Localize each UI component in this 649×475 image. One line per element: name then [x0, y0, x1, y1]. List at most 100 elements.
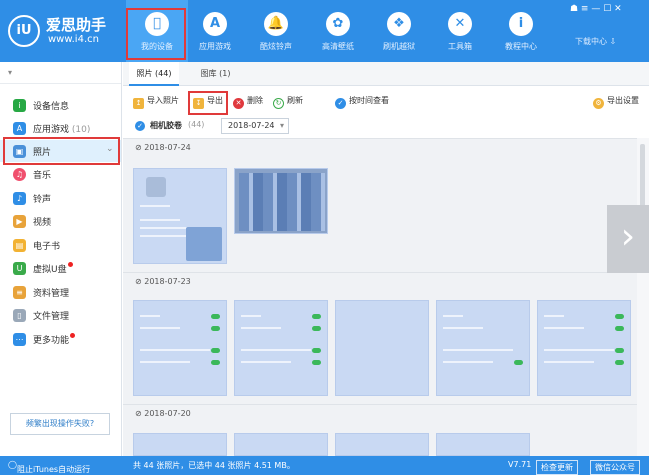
app-count: (10): [71, 125, 91, 135]
sidebar-item-file-management[interactable]: ▯ 文件管理: [0, 304, 121, 326]
sidebar-item-more[interactable]: ⋯ 更多功能: [0, 328, 121, 350]
nav-label: 高清壁纸: [322, 42, 354, 51]
label-text: 虚拟U盘: [33, 265, 67, 275]
nav-label: 我的设备: [141, 42, 173, 51]
box-icon: ❖: [387, 12, 411, 36]
flower-icon: ✿: [326, 12, 350, 36]
music-icon: ♫: [13, 168, 26, 181]
export-settings-button[interactable]: ⚙ 导出设置: [593, 95, 639, 109]
view-by-time-button[interactable]: ✓ 按时间查看: [335, 95, 389, 109]
nav-wallpapers[interactable]: ✿ 高清壁纸: [307, 0, 369, 62]
wechat-button[interactable]: 微信公众号: [590, 460, 640, 475]
sidebar-item-label: 音乐: [33, 171, 52, 181]
sidebar-item-label: 更多功能: [33, 333, 76, 346]
chevron-down-icon: ⌄: [106, 144, 114, 154]
nav-label: 教程中心: [505, 42, 537, 51]
refresh-button[interactable]: ↻ 刷新: [273, 95, 303, 109]
sidebar-item-photos[interactable]: ▣ 照片 ⌄: [0, 140, 121, 162]
album-filter: ✓ 相机胶卷 (44) 2018-07-24 ▾: [123, 116, 649, 138]
frequent-failure-button[interactable]: 频繁出现操作失败?: [10, 413, 110, 435]
nav-toolbox[interactable]: ✕ 工具箱: [429, 0, 491, 62]
date-select-value: 2018-07-24: [228, 121, 275, 130]
version-label: V7.71: [508, 460, 532, 469]
sidebar-item-label: 文件管理: [33, 312, 70, 322]
more-icon: ⋯: [13, 333, 26, 346]
title-bar: iU 爱思助手 www.i4.cn  我的设备 A 应用游戏 🔔 酷炫铃声 ✿ 高清壁…: [0, 0, 649, 62]
nav-ringtones[interactable]: 🔔 酷炫铃声: [245, 0, 307, 62]
sidebar-item-label: 视频: [33, 218, 52, 228]
button-label: 刷新: [287, 96, 303, 105]
sidebar-item-device-info[interactable]: i 设备信息: [0, 94, 121, 116]
date-select[interactable]: 2018-07-24 ▾: [221, 118, 289, 134]
photo-thumbnail[interactable]: [335, 433, 429, 456]
delete-button[interactable]: ✕ 删除: [233, 95, 263, 109]
info-icon: i: [13, 99, 26, 112]
sidebar-item-ringtones[interactable]: ♪ 铃声: [0, 187, 121, 209]
album-count: (44): [188, 120, 205, 129]
sidebar-item-music[interactable]: ♫ 音乐: [0, 163, 121, 185]
block-itunes-toggle[interactable]: ◯ 阻止iTunes自动运行: [8, 460, 90, 474]
check-update-button[interactable]: 检查更新: [536, 460, 578, 475]
photo-thumbnail[interactable]: [335, 300, 429, 396]
group-date-text: 2018-07-23: [144, 277, 191, 286]
bell-icon: 🔔: [264, 12, 288, 36]
tab-gallery[interactable]: 图库 (1): [193, 62, 238, 86]
nav-tutorials[interactable]: i 教程中心: [490, 0, 552, 62]
app-name: 爱思助手: [46, 16, 107, 34]
date-group-header[interactable]: ⊘ 2018-07-23: [123, 272, 637, 292]
label-text: 应用游戏: [33, 125, 70, 135]
sidebar-item-virtual-udisk[interactable]: U 虚拟U盘: [0, 257, 121, 279]
chevron-down-icon: ▾: [279, 121, 284, 130]
nav-flash-jailbreak[interactable]: ❖ 刷机越狱: [368, 0, 430, 62]
sidebar-item-label: 铃声: [33, 195, 52, 205]
delete-icon: ✕: [233, 98, 244, 109]
content-tabs: 照片 (44) 图库 (1): [123, 62, 649, 86]
button-label: 导入照片: [147, 96, 179, 105]
sidebar-item-label: 设备信息: [33, 102, 70, 112]
app-store-icon: A: [203, 12, 227, 36]
download-center-button[interactable]: 下载中心 ⇩: [575, 36, 616, 47]
scrollbar[interactable]: [637, 138, 649, 456]
scrollbar-thumb[interactable]: [640, 144, 645, 210]
nav-apps[interactable]: A 应用游戏: [184, 0, 246, 62]
file-icon: ▯: [13, 309, 26, 322]
date-group-header[interactable]: ⊘ 2018-07-24: [123, 138, 637, 158]
nav-my-device[interactable]:  我的设备: [126, 0, 188, 62]
tab-photos[interactable]: 照片 (44): [129, 62, 179, 86]
photo-thumbnail[interactable]: [436, 300, 530, 396]
photo-thumbnail[interactable]: [133, 300, 227, 396]
nav-label: 工具箱: [448, 42, 472, 51]
sidebar-item-label: 应用游戏 (10): [33, 122, 90, 135]
photo-grid: ⊘ 2018-07-24 ⊘ 2018-07-23 ⊘ 2018-07-20: [123, 138, 637, 456]
window-controls[interactable]: ☗ ≡ — ☐ ✕: [570, 4, 622, 14]
notification-dot: [67, 262, 73, 267]
block-itunes-label: 阻止iTunes自动运行: [16, 465, 91, 474]
sidebar-item-ebooks[interactable]: ▤ 电子书: [0, 234, 121, 256]
sidebar-item-data-management[interactable]: ≡ 资料管理: [0, 281, 121, 303]
gear-icon: ⚙: [593, 98, 604, 109]
photo-thumbnail[interactable]: [133, 433, 227, 456]
export-button[interactable]: ↧ 导出: [193, 95, 223, 109]
apple-icon: : [145, 12, 169, 36]
photo-thumbnail[interactable]: [234, 168, 328, 234]
notification-dot: [70, 333, 76, 338]
photo-thumbnail[interactable]: [537, 300, 631, 396]
device-dropdown[interactable]: ▾: [0, 62, 121, 84]
photo-thumbnail[interactable]: [234, 300, 328, 396]
sidebar-item-label: 电子书: [33, 242, 61, 252]
photo-thumbnail[interactable]: [234, 433, 328, 456]
sidebar-item-video[interactable]: ▶ 视频: [0, 210, 121, 232]
date-group-header[interactable]: ⊘ 2018-07-20: [123, 404, 637, 424]
sidebar-item-apps[interactable]: A 应用游戏 (10): [0, 117, 121, 139]
video-icon: ▶: [13, 215, 26, 228]
import-photos-button[interactable]: ↥ 导入照片: [133, 95, 179, 109]
photo-thumbnail[interactable]: [436, 433, 530, 456]
nav-label: 酷炫铃声: [260, 42, 292, 51]
i4-logo-icon: iU: [8, 15, 40, 47]
contacts-icon: ≡: [13, 286, 26, 299]
selection-summary: 共 44 张照片，已选中 44 张照片 4.51 MB。: [133, 461, 295, 470]
photo-thumbnail[interactable]: [133, 168, 227, 264]
app-logo: iU 爱思助手 www.i4.cn: [8, 13, 120, 51]
next-arrow-icon[interactable]: ›: [607, 205, 649, 273]
album-check-icon[interactable]: ✓: [135, 121, 145, 131]
